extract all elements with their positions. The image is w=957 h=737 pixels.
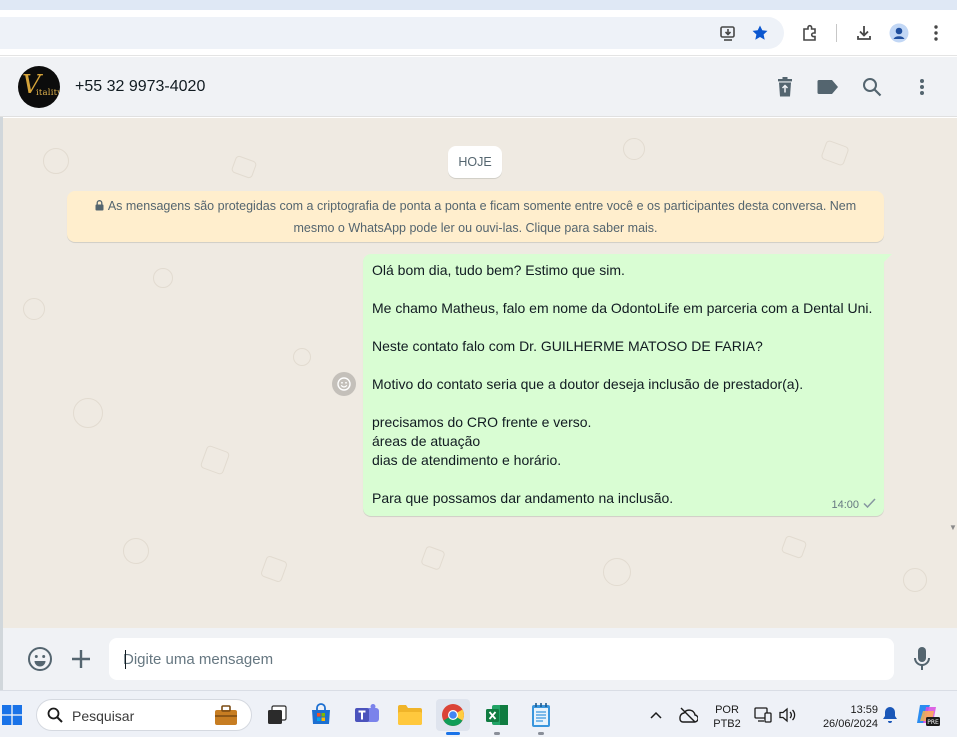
more-vert-icon[interactable] [926,23,946,43]
message-line [372,280,882,299]
copilot-icon[interactable]: PRE [914,705,940,726]
contact-name[interactable]: +55 32 9973-4020 [75,78,205,96]
wallpaper-doodle [199,444,231,476]
keyboard-layout: PTB2 [713,718,741,730]
chrome-icon[interactable] [436,699,470,731]
chat-area[interactable]: HOJE As mensagens são protegidas com a c… [3,118,957,628]
notepad-icon[interactable] [524,699,558,731]
message-time: 14:00 [831,498,859,511]
network-off-icon[interactable] [678,705,698,725]
wallpaper-doodle [820,139,850,167]
wallpaper-doodle [420,545,446,571]
encryption-notice-line2: mesmo o WhatsApp pode ler ou ouvi-las. C… [293,221,658,235]
notification-bell-icon[interactable] [880,705,900,725]
avatar[interactable]: V itality [18,66,60,108]
message-line [372,318,882,337]
chevron-up-icon[interactable] [646,705,666,725]
message-line: dias de atendimento e horário. [372,452,562,468]
clock[interactable]: 13:59 26/06/2024 [810,703,878,731]
wallpaper-doodle [230,154,258,180]
outgoing-message[interactable]: Olá bom dia, tudo bem? Estimo que sim. M… [363,254,892,516]
excel-running-indicator [494,732,500,735]
wallpaper-doodle [73,398,103,428]
encryption-notice-line1: As mensagens são protegidas com a cripto… [107,199,857,213]
message-line [372,394,882,413]
message-line [372,356,882,375]
message-line: Olá bom dia, tudo bem? Estimo que sim. [372,262,625,278]
microsoft-store-icon[interactable] [304,699,338,731]
message-line: Neste contato falo com Dr. GUILHERME MAT… [372,338,763,354]
message-input[interactable] [109,638,894,680]
wallpaper-doodle [153,268,173,288]
wallpaper-doodle [623,138,645,160]
message-meta: 14:00 [831,498,876,511]
react-emoji-button[interactable] [332,372,356,396]
message-composer [3,628,957,690]
taskbar-search[interactable]: Pesquisar [36,699,252,731]
bubble-tail [883,254,892,263]
taskbar-search-label: Pesquisar [72,708,135,724]
message-line: precisamos do CRO frente e verso. [372,414,592,430]
menu-icon[interactable] [910,75,934,99]
message-line: Me chamo Matheus, falo em nome da Odonto… [372,300,873,316]
extensions-icon[interactable] [800,23,820,43]
address-bar[interactable] [0,17,784,49]
wallpaper-doodle [23,298,45,320]
microphone-icon[interactable] [908,645,936,673]
install-app-icon[interactable] [718,23,738,43]
wallpaper-doodle [293,348,311,366]
folder-icon[interactable] [393,699,427,731]
search-icon[interactable] [860,75,884,99]
teams-icon[interactable] [350,699,384,731]
smiley-icon [337,377,351,391]
display-network-icon[interactable] [753,705,773,725]
windows-start-icon[interactable] [2,705,22,725]
message-line: Motivo do contato seria que a doutor des… [372,376,804,392]
wallpaper-doodle [123,538,149,564]
avatar-text: itality [36,88,60,98]
briefcase-icon [213,703,239,732]
language-code: POR [715,704,739,716]
single-check-icon [863,498,876,511]
message-line: áreas de atuação [372,433,481,449]
conversation-header[interactable]: V itality +55 32 9973-4020 [0,57,957,117]
encryption-notice[interactable]: As mensagens são protegidas com a cripto… [67,191,884,242]
text-caret [125,650,126,669]
message-line: Para que possamos dar andamento na inclu… [372,490,674,506]
windows-taskbar: Pesquisar POR PTB2 13:59 26/06/2024 PRE [0,690,957,737]
label-icon[interactable] [816,75,840,99]
wallpaper-doodle [780,534,808,560]
notepad-running-indicator [538,732,544,735]
svg-text:PRE: PRE [927,719,939,726]
scroll-down-caret-icon[interactable]: ▼ [949,523,957,532]
language-indicator[interactable]: POR PTB2 [712,703,742,731]
message-text: Olá bom dia, tudo bem? Estimo que sim. M… [372,261,882,508]
excel-icon[interactable] [480,699,514,731]
chrome-active-indicator [446,732,460,735]
wallpaper-doodle [43,148,69,174]
downloads-icon[interactable] [854,23,874,43]
toolbar-separator [836,24,837,42]
attach-plus-icon[interactable] [67,645,95,673]
browser-toolbar [0,10,957,56]
wallpaper-doodle [903,568,927,592]
browser-tab-strip [0,0,957,10]
bookmark-star-icon[interactable] [750,23,770,43]
date-separator: HOJE [448,146,502,178]
clock-date: 26/06/2024 [822,718,878,730]
task-view-icon[interactable] [260,699,294,731]
wallpaper-doodle [603,558,631,586]
profile-icon[interactable] [889,23,909,43]
emoji-icon[interactable] [26,645,54,673]
lock-icon [95,197,104,218]
delete-icon[interactable] [773,75,797,99]
clock-time: 13:59 [850,704,878,716]
speaker-icon[interactable] [778,705,798,725]
wallpaper-doodle [259,554,289,584]
message-line [372,470,882,489]
search-icon [47,707,63,728]
